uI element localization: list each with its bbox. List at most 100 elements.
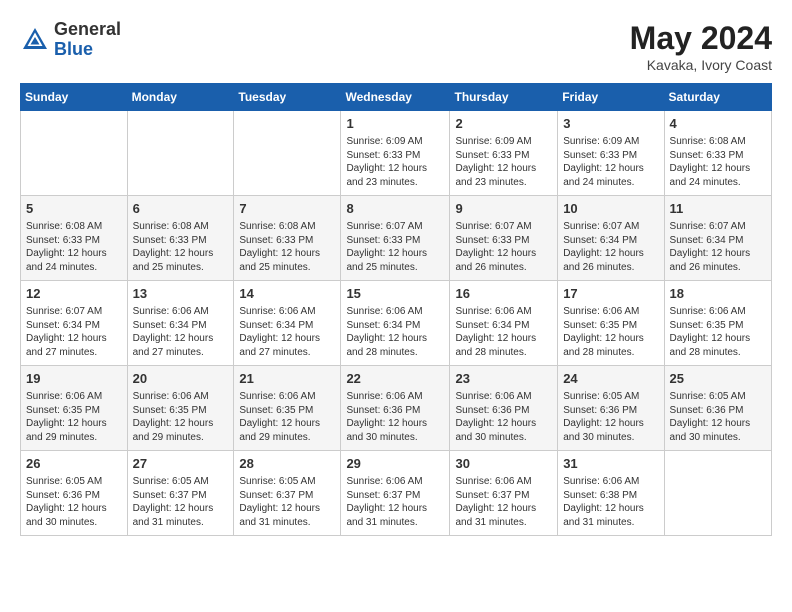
day-info: Sunrise: 6:05 AM Sunset: 6:36 PM Dayligh…: [26, 475, 122, 529]
calendar-day-15: 15 Sunrise: 6:06 AM Sunset: 6:34 PM Dayli…: [341, 281, 450, 366]
day-info: Sunrise: 6:08 AM Sunset: 6:33 PM Dayligh…: [26, 220, 122, 274]
calendar-table: SundayMondayTuesdayWednesdayThursdayFrid…: [20, 83, 772, 536]
day-info: Sunrise: 6:06 AM Sunset: 6:37 PM Dayligh…: [346, 475, 444, 529]
day-info: Sunrise: 6:06 AM Sunset: 6:34 PM Dayligh…: [239, 305, 335, 359]
calendar-day-18: 18 Sunrise: 6:06 AM Sunset: 6:35 PM Dayli…: [664, 281, 771, 366]
day-number: 15: [346, 285, 444, 303]
day-number: 13: [133, 285, 229, 303]
logo-icon: [20, 25, 50, 55]
calendar-day-22: 22 Sunrise: 6:06 AM Sunset: 6:36 PM Dayli…: [341, 366, 450, 451]
day-number: 24: [563, 370, 658, 388]
day-info: Sunrise: 6:06 AM Sunset: 6:35 PM Dayligh…: [670, 305, 766, 359]
calendar-day-30: 30 Sunrise: 6:06 AM Sunset: 6:37 PM Dayli…: [450, 451, 558, 536]
day-info: Sunrise: 6:06 AM Sunset: 6:35 PM Dayligh…: [133, 390, 229, 444]
calendar-empty-cell: [234, 111, 341, 196]
calendar-day-31: 31 Sunrise: 6:06 AM Sunset: 6:38 PM Dayli…: [558, 451, 664, 536]
logo: General Blue: [20, 20, 121, 60]
calendar-empty-cell: [21, 111, 128, 196]
day-info: Sunrise: 6:05 AM Sunset: 6:36 PM Dayligh…: [563, 390, 658, 444]
day-info: Sunrise: 6:09 AM Sunset: 6:33 PM Dayligh…: [455, 135, 552, 189]
calendar-week-row: 26 Sunrise: 6:05 AM Sunset: 6:36 PM Dayli…: [21, 451, 772, 536]
day-number: 10: [563, 200, 658, 218]
weekday-header-thursday: Thursday: [450, 84, 558, 111]
day-number: 8: [346, 200, 444, 218]
calendar-day-27: 27Sunrise: 6:05 AM Sunset: 6:37 PM Dayli…: [127, 451, 234, 536]
day-number: 4: [670, 115, 766, 133]
day-number: 1: [346, 115, 444, 133]
calendar-day-2: 2 Sunrise: 6:09 AM Sunset: 6:33 PM Daylig…: [450, 111, 558, 196]
day-info: Sunrise: 6:07 AM Sunset: 6:33 PM Dayligh…: [455, 220, 552, 274]
day-number: 27: [133, 455, 229, 473]
day-info: Sunrise: 6:06 AM Sunset: 6:35 PM Dayligh…: [563, 305, 658, 359]
calendar-day-16: 16 Sunrise: 6:06 AM Sunset: 6:34 PM Dayli…: [450, 281, 558, 366]
calendar-day-26: 26 Sunrise: 6:05 AM Sunset: 6:36 PM Dayli…: [21, 451, 128, 536]
day-info: Sunrise: 6:06 AM Sunset: 6:34 PM Dayligh…: [346, 305, 444, 359]
day-info: Sunrise: 6:07 AM Sunset: 6:34 PM Dayligh…: [670, 220, 766, 274]
day-number: 12: [26, 285, 122, 303]
day-info: Sunrise: 6:09 AM Sunset: 6:33 PM Dayligh…: [346, 135, 444, 189]
day-info: Sunrise: 6:06 AM Sunset: 6:36 PM Dayligh…: [455, 390, 552, 444]
calendar-day-20: 20 Sunrise: 6:06 AM Sunset: 6:35 PM Dayli…: [127, 366, 234, 451]
calendar-day-28: 28Sunrise: 6:05 AM Sunset: 6:37 PM Dayli…: [234, 451, 341, 536]
day-number: 31: [563, 455, 658, 473]
day-info: Sunrise: 6:06 AM Sunset: 6:38 PM Dayligh…: [563, 475, 658, 529]
calendar-day-1: 1 Sunrise: 6:09 AM Sunset: 6:33 PM Daylig…: [341, 111, 450, 196]
day-info: Sunrise: 6:08 AM Sunset: 6:33 PM Dayligh…: [239, 220, 335, 274]
day-number: 3: [563, 115, 658, 133]
weekday-header-tuesday: Tuesday: [234, 84, 341, 111]
day-number: 9: [455, 200, 552, 218]
calendar-day-24: 24 Sunrise: 6:05 AM Sunset: 6:36 PM Dayli…: [558, 366, 664, 451]
day-number: 16: [455, 285, 552, 303]
weekday-header-saturday: Saturday: [664, 84, 771, 111]
weekday-header-wednesday: Wednesday: [341, 84, 450, 111]
day-number: 7: [239, 200, 335, 218]
calendar-week-row: 12 Sunrise: 6:07 AM Sunset: 6:34 PM Dayli…: [21, 281, 772, 366]
day-number: 5: [26, 200, 122, 218]
day-number: 2: [455, 115, 552, 133]
weekday-header-monday: Monday: [127, 84, 234, 111]
calendar-day-8: 8Sunrise: 6:07 AM Sunset: 6:33 PM Daylig…: [341, 196, 450, 281]
day-info: Sunrise: 6:09 AM Sunset: 6:33 PM Dayligh…: [563, 135, 658, 189]
day-number: 11: [670, 200, 766, 218]
day-number: 23: [455, 370, 552, 388]
weekday-header-sunday: Sunday: [21, 84, 128, 111]
day-info: Sunrise: 6:06 AM Sunset: 6:34 PM Dayligh…: [133, 305, 229, 359]
page-header: General Blue May 2024 Kavaka, Ivory Coas…: [20, 20, 772, 73]
day-info: Sunrise: 6:06 AM Sunset: 6:36 PM Dayligh…: [346, 390, 444, 444]
calendar-day-7: 7 Sunrise: 6:08 AM Sunset: 6:33 PM Daylig…: [234, 196, 341, 281]
logo-text: General Blue: [54, 20, 121, 60]
calendar-day-23: 23 Sunrise: 6:06 AM Sunset: 6:36 PM Dayli…: [450, 366, 558, 451]
calendar-day-4: 4 Sunrise: 6:08 AM Sunset: 6:33 PM Daylig…: [664, 111, 771, 196]
day-number: 6: [133, 200, 229, 218]
calendar-day-19: 19Sunrise: 6:06 AM Sunset: 6:35 PM Dayli…: [21, 366, 128, 451]
day-info: Sunrise: 6:06 AM Sunset: 6:34 PM Dayligh…: [455, 305, 552, 359]
calendar-empty-cell: [664, 451, 771, 536]
calendar-empty-cell: [127, 111, 234, 196]
day-info: Sunrise: 6:07 AM Sunset: 6:34 PM Dayligh…: [563, 220, 658, 274]
day-number: 20: [133, 370, 229, 388]
day-number: 30: [455, 455, 552, 473]
location-subtitle: Kavaka, Ivory Coast: [630, 57, 772, 73]
day-number: 18: [670, 285, 766, 303]
day-info: Sunrise: 6:06 AM Sunset: 6:37 PM Dayligh…: [455, 475, 552, 529]
calendar-week-row: 5 Sunrise: 6:08 AM Sunset: 6:33 PM Daylig…: [21, 196, 772, 281]
day-info: Sunrise: 6:08 AM Sunset: 6:33 PM Dayligh…: [670, 135, 766, 189]
calendar-week-row: 1 Sunrise: 6:09 AM Sunset: 6:33 PM Daylig…: [21, 111, 772, 196]
weekday-header-row: SundayMondayTuesdayWednesdayThursdayFrid…: [21, 84, 772, 111]
calendar-day-12: 12 Sunrise: 6:07 AM Sunset: 6:34 PM Dayli…: [21, 281, 128, 366]
calendar-week-row: 19 Sunrise: 6:06 AM Sunset: 6:35 PM Dayli…: [21, 366, 772, 451]
day-info: Sunrise: 6:07 AM Sunset: 6:34 PM Dayligh…: [26, 305, 122, 359]
calendar-day-5: 5 Sunrise: 6:08 AM Sunset: 6:33 PM Daylig…: [21, 196, 128, 281]
calendar-day-6: 6Sunrise: 6:08 AM Sunset: 6:33 PM Daylig…: [127, 196, 234, 281]
day-number: 19: [26, 370, 122, 388]
calendar-day-9: 9 Sunrise: 6:07 AM Sunset: 6:33 PM Daylig…: [450, 196, 558, 281]
calendar-day-14: 14Sunrise: 6:06 AM Sunset: 6:34 PM Dayli…: [234, 281, 341, 366]
day-number: 17: [563, 285, 658, 303]
calendar-day-25: 25Sunrise: 6:05 AM Sunset: 6:36 PM Dayli…: [664, 366, 771, 451]
calendar-day-21: 21Sunrise: 6:06 AM Sunset: 6:35 PM Dayli…: [234, 366, 341, 451]
calendar-day-13: 13 Sunrise: 6:06 AM Sunset: 6:34 PM Dayli…: [127, 281, 234, 366]
calendar-day-11: 11 Sunrise: 6:07 AM Sunset: 6:34 PM Dayli…: [664, 196, 771, 281]
calendar-day-3: 3 Sunrise: 6:09 AM Sunset: 6:33 PM Daylig…: [558, 111, 664, 196]
day-number: 26: [26, 455, 122, 473]
day-number: 22: [346, 370, 444, 388]
